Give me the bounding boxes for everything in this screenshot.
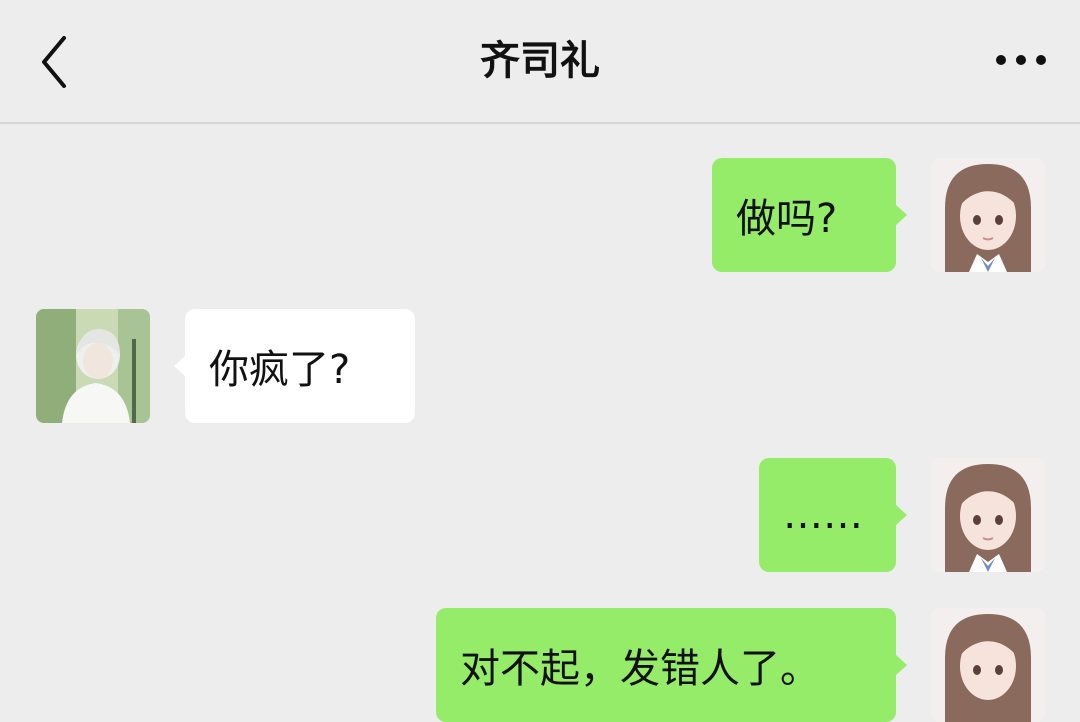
bubble-tail bbox=[174, 355, 186, 377]
message-text: 你疯了? bbox=[209, 347, 351, 393]
bubble-tail bbox=[895, 204, 907, 226]
my-avatar[interactable] bbox=[931, 608, 1045, 722]
chat-title: 齐司礼 bbox=[480, 38, 600, 84]
message-bubble-sent[interactable]: 做吗? bbox=[712, 158, 907, 272]
message-bubble-sent[interactable]: 对不起，发错人了。 bbox=[436, 608, 907, 722]
more-options-button[interactable] bbox=[990, 40, 1052, 80]
my-avatar[interactable] bbox=[931, 458, 1045, 572]
more-dots-icon bbox=[996, 55, 1046, 65]
bubble-tail bbox=[895, 504, 907, 526]
message-text: …… bbox=[783, 492, 863, 538]
contact-avatar[interactable] bbox=[36, 309, 150, 423]
bubble-tail bbox=[895, 654, 907, 676]
message-bubble-received[interactable]: 你疯了? bbox=[174, 309, 415, 423]
message-text: 做吗? bbox=[736, 196, 838, 242]
message-bubble-sent[interactable]: …… bbox=[759, 458, 907, 572]
my-avatar[interactable] bbox=[931, 158, 1045, 272]
chat-header: 齐司礼 bbox=[0, 0, 1080, 124]
message-text: 对不起，发错人了。 bbox=[460, 646, 820, 692]
